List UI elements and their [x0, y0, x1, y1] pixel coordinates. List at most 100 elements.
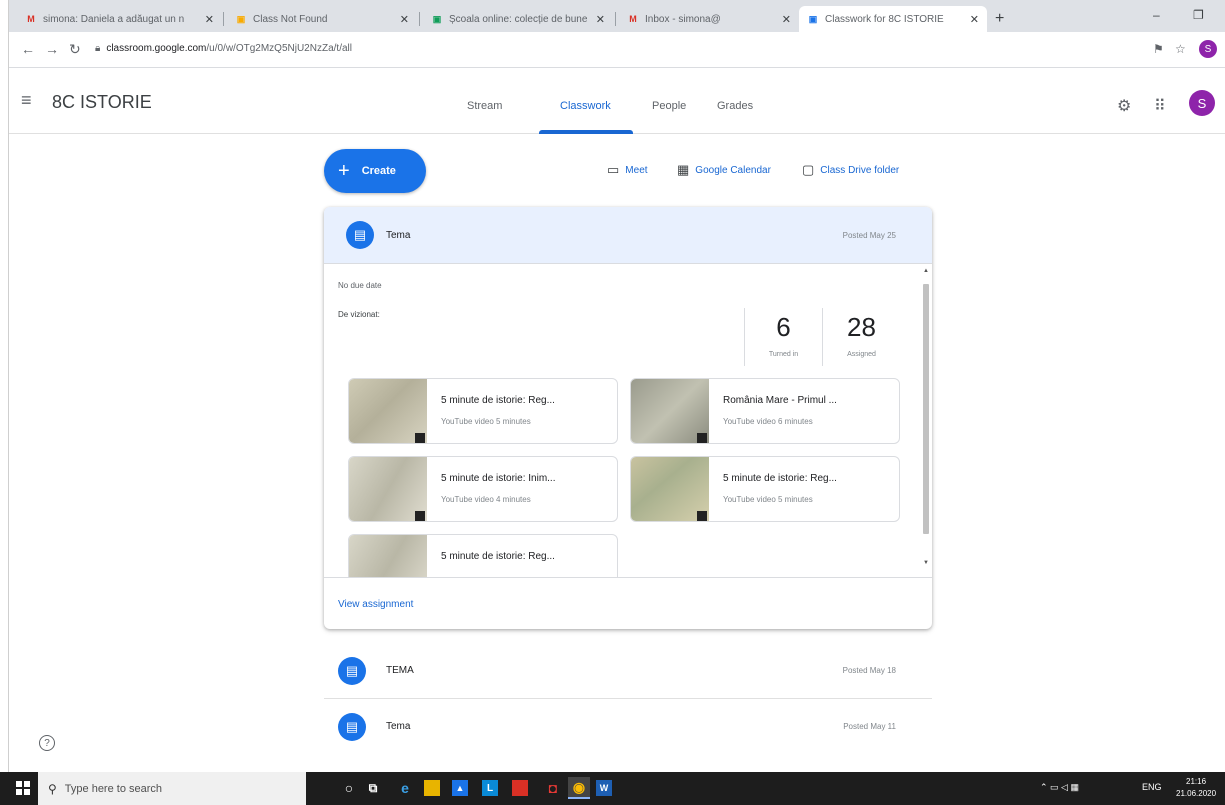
- meet-link[interactable]: ▭ Meet: [607, 162, 648, 178]
- scroll-up-icon[interactable]: ▲: [923, 268, 929, 274]
- browser-tab[interactable]: ▣ Școala online: colecție de bune ✕: [423, 6, 613, 32]
- scroll-down-icon[interactable]: ▼: [923, 560, 929, 566]
- class-name[interactable]: 8C ISTORIE: [52, 92, 152, 113]
- browser-tab[interactable]: M Inbox - simona@ ✕: [619, 6, 799, 32]
- tab-label: Class Not Found: [253, 13, 328, 25]
- video-thumbnail: [349, 535, 427, 577]
- video-icon: [415, 433, 425, 443]
- close-icon[interactable]: ✕: [205, 13, 214, 26]
- attachment-meta: YouTube video 6 minutes: [723, 417, 813, 426]
- tab-grades[interactable]: Grades: [717, 100, 753, 112]
- plus-icon: +: [338, 159, 350, 182]
- attachment-title: 5 minute de istorie: Inim...: [441, 473, 556, 484]
- clock-time: 21:16: [1186, 777, 1207, 786]
- app-l-icon[interactable]: L: [482, 780, 498, 796]
- reload-icon[interactable]: ↻: [69, 41, 81, 58]
- assignment-card: ▤ Tema Posted May 25 No due date De vizi…: [324, 207, 932, 629]
- drive-label: Class Drive folder: [820, 164, 900, 176]
- maximize-icon[interactable]: ❐: [1193, 8, 1204, 22]
- meet-label: Meet: [625, 164, 648, 176]
- assignment-header[interactable]: ▤ Tema Posted May 25: [324, 207, 932, 264]
- new-tab-icon[interactable]: +: [995, 10, 1004, 28]
- clock[interactable]: 21:16 21.06.2020: [1176, 776, 1216, 800]
- search-icon: ⚲: [48, 781, 57, 796]
- tab-classwork[interactable]: Classwork: [560, 100, 611, 112]
- class-drive-folder-link[interactable]: ▢ Class Drive folder: [802, 162, 899, 178]
- tab-stream[interactable]: Stream: [467, 100, 502, 112]
- translate-icon[interactable]: ⚑: [1153, 42, 1164, 56]
- close-icon[interactable]: ✕: [782, 13, 791, 26]
- back-icon[interactable]: ←: [21, 41, 35, 57]
- list-item[interactable]: ▤ Tema Posted May 11: [324, 699, 932, 755]
- assigned-stat[interactable]: 28 Assigned: [822, 308, 900, 366]
- edge-icon[interactable]: e: [394, 777, 416, 799]
- word-icon[interactable]: W: [596, 780, 612, 796]
- windows-taskbar: ⚲ Type here to search ○ ⧉ e ▲ L ◘ ◉ W ⌃ …: [0, 772, 1225, 805]
- windows-start-icon[interactable]: [16, 781, 30, 795]
- attachment-title: 5 minute de istorie: Reg...: [723, 473, 837, 484]
- lock-icon: 🔒︎: [95, 43, 101, 54]
- url-path: /u/0/w/OTg2MzQ5NjU2NzZa/t/all: [206, 43, 352, 54]
- taskbar-search[interactable]: ⚲ Type here to search: [38, 772, 306, 805]
- turned-in-stat[interactable]: 6 Turned in: [744, 308, 822, 366]
- assignment-footer: View assignment: [324, 577, 932, 629]
- video-icon: [697, 511, 707, 521]
- assignment-icon: ▤: [338, 713, 366, 741]
- attachment-video[interactable]: România Mare - Primul ... YouTube video …: [630, 378, 900, 444]
- profile-icon[interactable]: S: [1199, 40, 1217, 58]
- assigned-count: 28: [847, 312, 876, 342]
- list-item-date: Posted May 18: [842, 666, 896, 675]
- turned-in-count: 6: [776, 312, 791, 342]
- mcafee-icon[interactable]: ◘: [542, 777, 564, 799]
- google-calendar-link[interactable]: ▦ Google Calendar: [677, 162, 771, 178]
- classroom-header: ≡ 8C ISTORIE Stream Classwork People Gra…: [9, 68, 1225, 134]
- gmail-icon: M: [629, 14, 637, 24]
- red-app-icon[interactable]: [512, 780, 528, 796]
- video-thumbnail: [349, 457, 427, 521]
- menu-icon[interactable]: ≡: [21, 90, 32, 111]
- list-item-date: Posted May 11: [843, 722, 896, 731]
- tray-icons[interactable]: ⌃ ▭ ◁ ▦: [1040, 782, 1079, 793]
- file-explorer-icon[interactable]: [424, 780, 440, 796]
- url-field[interactable]: 🔒︎ classroom.google.com/u/0/w/OTg2MzQ5NjU…: [95, 43, 352, 54]
- scrollbar-thumb[interactable]: [923, 284, 929, 534]
- folder-icon: ▢: [802, 162, 815, 177]
- language-indicator[interactable]: ENG: [1142, 782, 1162, 792]
- tab-label: Școala online: colecție de bune: [449, 13, 588, 25]
- list-item[interactable]: ▤ TEMA Posted May 18: [324, 643, 932, 699]
- browser-tab[interactable]: ▣ Class Not Found ✕: [227, 6, 417, 32]
- browser-tab-active[interactable]: ▣ Classwork for 8C ISTORIE ✕: [799, 6, 987, 32]
- view-assignment-link[interactable]: View assignment: [338, 599, 413, 610]
- video-camera-icon: ▭: [607, 162, 620, 177]
- list-item-title: Tema: [386, 721, 411, 732]
- attachment-video[interactable]: 5 minute de istorie: Reg...: [348, 534, 618, 577]
- classroom-icon: ▣: [236, 13, 246, 24]
- video-icon: [697, 433, 707, 443]
- tab-people[interactable]: People: [652, 100, 686, 112]
- cortana-icon[interactable]: ○: [338, 777, 360, 799]
- attachment-video[interactable]: 5 minute de istorie: Reg... YouTube vide…: [630, 456, 900, 522]
- attachment-meta: YouTube video 5 minutes: [723, 495, 813, 504]
- due-date: No due date: [338, 281, 382, 290]
- help-icon[interactable]: ?: [39, 735, 55, 751]
- forward-icon[interactable]: →: [45, 41, 59, 57]
- avatar[interactable]: S: [1189, 90, 1215, 116]
- attachment-video[interactable]: 5 minute de istorie: Inim... YouTube vid…: [348, 456, 618, 522]
- attachment-meta: YouTube video 5 minutes: [441, 417, 531, 426]
- close-icon[interactable]: ✕: [400, 13, 409, 26]
- assignment-stats: 6 Turned in 28 Assigned: [744, 308, 900, 366]
- attachment-video[interactable]: 5 minute de istorie: Reg... YouTube vide…: [348, 378, 618, 444]
- browser-tab[interactable]: M simona: Daniela a adăugat un n ✕: [17, 6, 222, 32]
- gmail-icon: M: [27, 14, 35, 24]
- task-view-icon[interactable]: ⧉: [362, 777, 384, 799]
- apps-grid-icon[interactable]: ⠿: [1154, 96, 1166, 116]
- chrome-icon[interactable]: ◉: [568, 777, 590, 799]
- minimize-icon[interactable]: –: [1153, 8, 1160, 22]
- create-button[interactable]: + Create: [324, 149, 426, 193]
- close-icon[interactable]: ✕: [970, 13, 979, 26]
- close-icon[interactable]: ✕: [596, 13, 605, 26]
- video-icon: [415, 511, 425, 521]
- store-icon[interactable]: ▲: [452, 780, 468, 796]
- settings-icon[interactable]: ⚙: [1117, 96, 1131, 116]
- star-icon[interactable]: ☆: [1175, 42, 1186, 56]
